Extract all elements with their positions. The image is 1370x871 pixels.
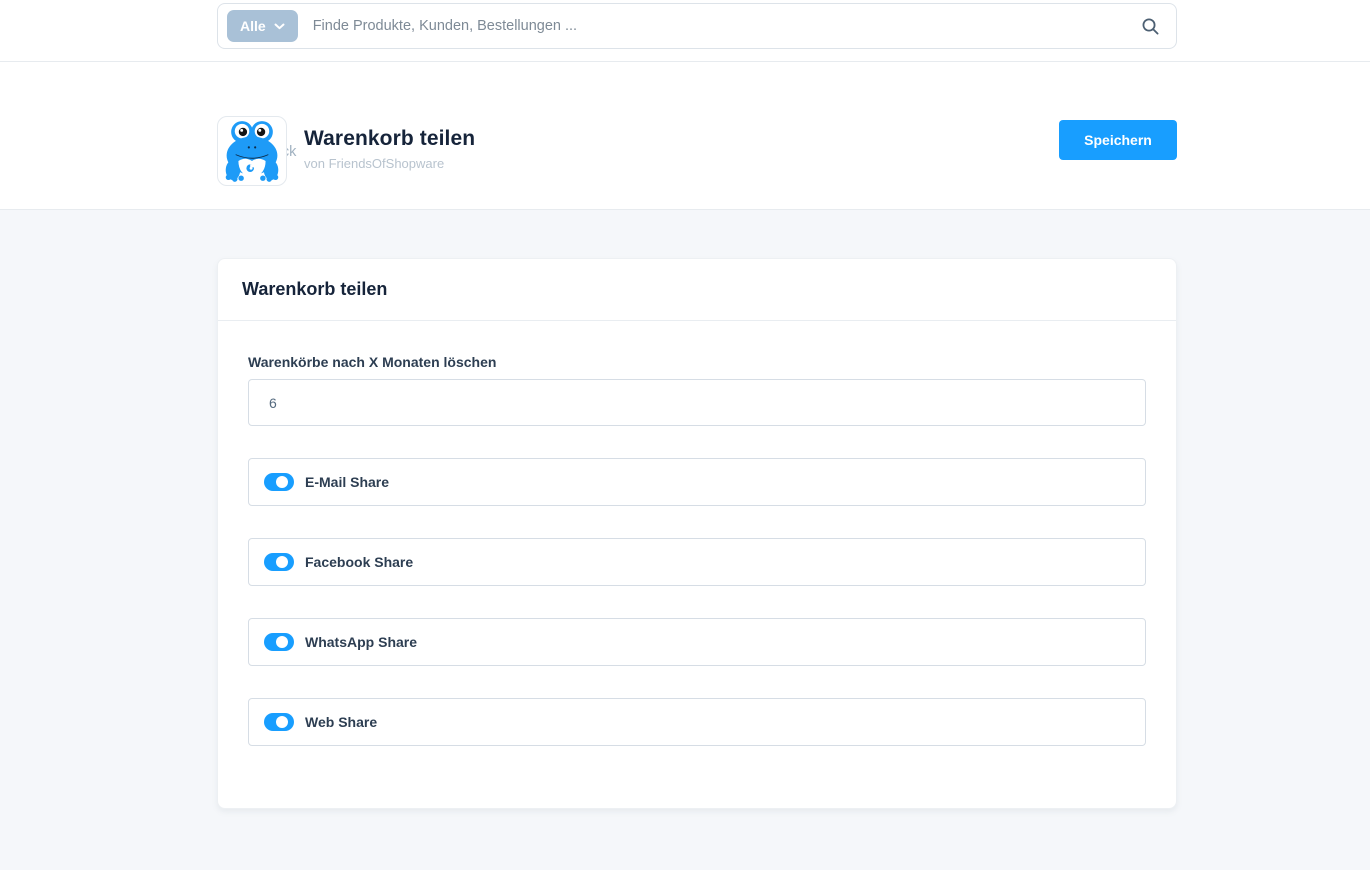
toggle-switch[interactable] (264, 553, 294, 571)
toggle-knob (276, 716, 288, 728)
search-input[interactable] (313, 18, 1141, 34)
card-body: Warenkörbe nach X Monaten löschen E-Mail… (218, 321, 1176, 808)
page-subtitle: von FriendsOfShopware (304, 156, 475, 171)
toggle-row: E-Mail Share (248, 458, 1146, 506)
search-filter-dropdown[interactable]: Alle (227, 10, 298, 42)
toggle-knob (276, 476, 288, 488)
toggle-switch[interactable] (264, 713, 294, 731)
top-bar: Alle (0, 0, 1370, 62)
toggle-row: Facebook Share (248, 538, 1146, 586)
search-icon[interactable] (1141, 17, 1160, 36)
toggle-label: WhatsApp Share (305, 634, 417, 650)
global-search-bar: Alle (217, 3, 1177, 49)
toggle-knob (276, 636, 288, 648)
content-area: Warenkorb teilen Warenkörbe nach X Monat… (0, 210, 1370, 870)
months-input[interactable] (248, 379, 1146, 426)
title-block: Warenkorb teilen von FriendsOfShopware (304, 116, 475, 186)
plugin-config-card: Warenkorb teilen Warenkörbe nach X Monat… (217, 258, 1177, 809)
card-title: Warenkorb teilen (218, 259, 1176, 321)
page-header: ← Zurück (0, 62, 1370, 210)
toggle-switch[interactable] (264, 633, 294, 651)
frog-icon (223, 120, 281, 182)
save-button[interactable]: Speichern (1059, 120, 1177, 160)
toggle-label: E-Mail Share (305, 474, 389, 490)
toggle-knob (276, 556, 288, 568)
search-filter-label: Alle (240, 18, 266, 34)
toggle-row: WhatsApp Share (248, 618, 1146, 666)
plugin-icon (217, 116, 287, 186)
toggle-row: Web Share (248, 698, 1146, 746)
toggle-switch[interactable] (264, 473, 294, 491)
toggle-label: Facebook Share (305, 554, 413, 570)
chevron-down-icon (274, 23, 285, 30)
page-title: Warenkorb teilen (304, 127, 475, 151)
toggle-list: E-Mail Share Facebook Share WhatsApp Sha… (248, 458, 1146, 746)
plugin-meta: Warenkorb teilen von FriendsOfShopware (217, 116, 475, 186)
months-field-label: Warenkörbe nach X Monaten löschen (248, 354, 1146, 370)
toggle-label: Web Share (305, 714, 377, 730)
